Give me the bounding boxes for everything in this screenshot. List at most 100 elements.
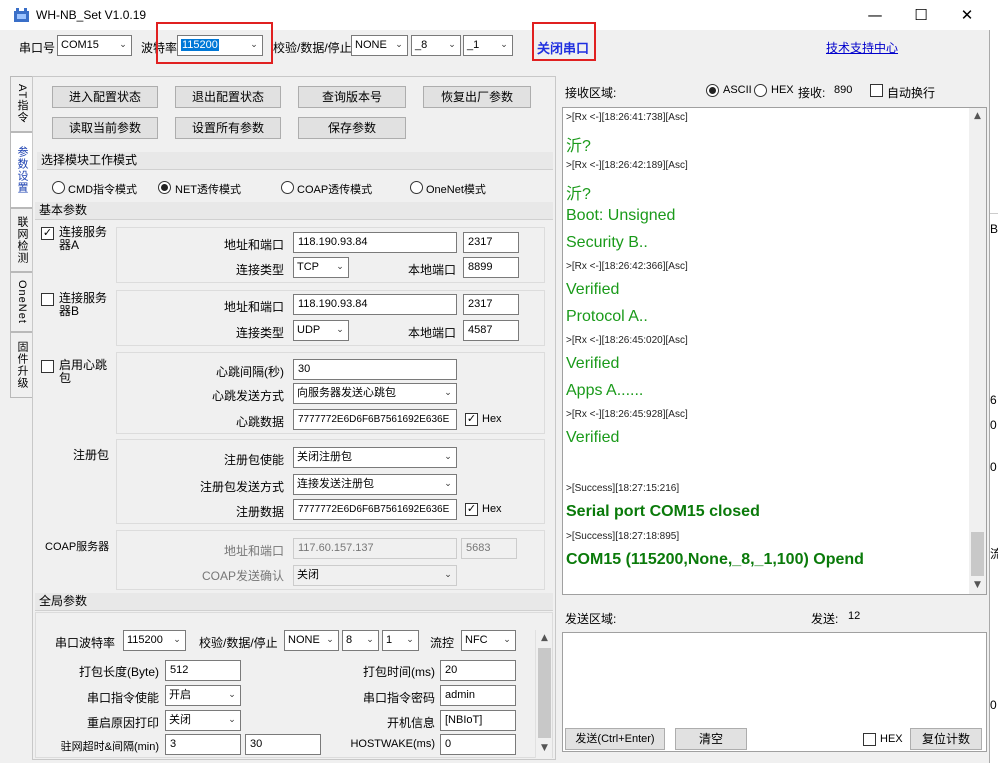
mode-radio-net[interactable] bbox=[158, 181, 171, 194]
cmd-enable-select[interactable]: 开启 ⌄ bbox=[165, 685, 241, 706]
clear-button[interactable]: 清空 bbox=[675, 728, 747, 750]
mode-radio-cmd[interactable] bbox=[52, 181, 65, 194]
set-all-params-button[interactable]: 设置所有参数 bbox=[175, 117, 281, 139]
query-version-button[interactable]: 查询版本号 bbox=[298, 86, 406, 108]
parity-select[interactable]: NONE ⌄ bbox=[351, 35, 408, 56]
server-b-type-select[interactable]: UDP ⌄ bbox=[293, 320, 349, 341]
server-a-checkbox[interactable]: ✓ bbox=[41, 227, 54, 240]
net-interval-input[interactable]: 30 bbox=[245, 734, 321, 755]
send-button[interactable]: 发送(Ctrl+Enter) bbox=[565, 728, 665, 750]
log-message: Verified bbox=[566, 355, 620, 372]
coap-port-input[interactable]: 5683 bbox=[461, 538, 517, 559]
mode-radio-coap[interactable] bbox=[281, 181, 294, 194]
global-baud-select[interactable]: 115200 ⌄ bbox=[123, 630, 186, 651]
global-scrollbar[interactable]: ▲ ▼ bbox=[535, 630, 552, 758]
net-timeout-input[interactable]: 3 bbox=[165, 734, 241, 755]
autowrap-checkbox[interactable] bbox=[870, 84, 883, 97]
heartbeat-mode-select[interactable]: 向服务器发送心跳包 ⌄ bbox=[293, 383, 457, 404]
scroll-thumb[interactable] bbox=[538, 648, 551, 738]
register-hex-checkbox[interactable]: ✓ bbox=[465, 503, 478, 516]
scroll-thumb[interactable] bbox=[971, 532, 984, 576]
factory-reset-button[interactable]: 恢复出厂参数 bbox=[423, 86, 531, 108]
boot-info-input[interactable]: [NBIoT] bbox=[440, 710, 516, 731]
pack-len-input[interactable]: 512 bbox=[165, 660, 241, 681]
server-a-port-input[interactable]: 2317 bbox=[463, 232, 519, 253]
log-meta: >[Rx <-][18:26:41:738][Asc] bbox=[566, 112, 688, 123]
register-data-input[interactable]: 7777772E6D6F6B7561692E636E bbox=[293, 499, 457, 520]
mode-label-onenet: OneNet模式 bbox=[426, 184, 486, 196]
heartbeat-data-input[interactable]: 7777772E6D6F6B7561692E636E bbox=[293, 409, 457, 430]
data-bits-select[interactable]: _8 ⌄ bbox=[411, 35, 461, 56]
maximize-button[interactable]: ☐ bbox=[898, 0, 944, 30]
receive-scrollbar[interactable]: ▲ ▼ bbox=[969, 108, 986, 594]
log-meta: >[Rx <-][18:26:45:020][Asc] bbox=[566, 335, 688, 346]
stop-bits-select[interactable]: _1 ⌄ bbox=[463, 35, 513, 56]
receive-hex-label: HEX bbox=[771, 84, 794, 96]
server-a-addr-input[interactable]: 118.190.93.84 bbox=[293, 232, 457, 253]
receive-count: 890 bbox=[834, 84, 853, 96]
scroll-up-icon[interactable]: ▲ bbox=[969, 108, 986, 125]
heartbeat-interval-input[interactable]: 30 bbox=[293, 359, 457, 380]
mode-section-header: 选择模块工作模式 bbox=[37, 152, 553, 170]
global-data-select[interactable]: 8 ⌄ bbox=[342, 630, 379, 651]
minimize-button[interactable]: — bbox=[852, 0, 898, 30]
close-window-button[interactable]: ✕ bbox=[944, 0, 990, 30]
tab-firmware-upgrade[interactable]: 固件升级 bbox=[10, 332, 32, 398]
send-hex-checkbox[interactable] bbox=[863, 733, 876, 746]
hostwake-input[interactable]: 0 bbox=[440, 734, 516, 755]
exit-config-button[interactable]: 退出配置状态 bbox=[175, 86, 281, 108]
annotation-highlight bbox=[532, 22, 596, 61]
save-params-button[interactable]: 保存参数 bbox=[298, 117, 406, 139]
global-parity-select[interactable]: NONE ⌄ bbox=[284, 630, 339, 651]
coap-confirm-select[interactable]: 关闭 ⌄ bbox=[293, 565, 457, 586]
receive-ascii-radio[interactable] bbox=[706, 84, 719, 97]
heartbeat-checkbox[interactable] bbox=[41, 360, 54, 373]
port-select[interactable]: COM15 ⌄ bbox=[57, 35, 132, 56]
scroll-down-icon[interactable]: ▼ bbox=[969, 577, 986, 594]
register-mode-select[interactable]: 连接发送注册包 ⌄ bbox=[293, 474, 457, 495]
heartbeat-hex-checkbox[interactable]: ✓ bbox=[465, 413, 478, 426]
receive-hex-radio[interactable] bbox=[754, 84, 767, 97]
restart-select[interactable]: 关闭 ⌄ bbox=[165, 710, 241, 731]
receive-log[interactable]: >[Rx <-][18:26:41:738][Asc] 沂? >[Rx <-][… bbox=[562, 107, 987, 595]
server-b-addr-label: 地址和端口 bbox=[223, 300, 284, 314]
chevron-down-icon: ⌄ bbox=[448, 40, 456, 50]
pack-time-input[interactable]: 20 bbox=[440, 660, 516, 681]
hostwake-label: HOSTWAKE(ms) bbox=[350, 738, 435, 750]
scroll-down-icon[interactable]: ▼ bbox=[536, 740, 553, 757]
tab-param-settings[interactable]: 参数设置 bbox=[10, 132, 32, 208]
tab-at-command[interactable]: AT指令 bbox=[10, 76, 32, 132]
stop-bits-value: _1 bbox=[467, 39, 480, 51]
server-a-type-select[interactable]: TCP ⌄ bbox=[293, 257, 349, 278]
background-fragment: 0 bbox=[990, 418, 997, 432]
data-bits-value: _8 bbox=[415, 39, 428, 51]
server-b-addr-input[interactable]: 118.190.93.84 bbox=[293, 294, 457, 315]
chevron-down-icon: ⌄ bbox=[326, 635, 334, 645]
coap-addr-input[interactable]: 117.60.157.137 bbox=[293, 538, 457, 559]
support-link[interactable]: 技术支持中心 bbox=[826, 39, 898, 56]
send-label: 发送区域: bbox=[565, 612, 617, 626]
read-params-button[interactable]: 读取当前参数 bbox=[52, 117, 158, 139]
cmd-enable-value: 开启 bbox=[169, 689, 191, 701]
scroll-up-icon[interactable]: ▲ bbox=[536, 630, 553, 647]
server-b-checkbox[interactable] bbox=[41, 293, 54, 306]
mode-radio-onenet[interactable] bbox=[410, 181, 423, 194]
tab-onenet[interactable]: OneNet bbox=[10, 272, 32, 332]
log-message: Verified bbox=[566, 281, 620, 298]
chevron-down-icon: ⌄ bbox=[444, 452, 452, 462]
reset-count-button[interactable]: 复位计数 bbox=[910, 728, 982, 750]
global-parity-label: 校验/数据/停止 bbox=[199, 636, 278, 650]
register-hex-label: Hex bbox=[482, 503, 502, 515]
server-b-local-input[interactable]: 4587 bbox=[463, 320, 519, 341]
autowrap-label: 自动换行 bbox=[887, 86, 936, 100]
tab-network-test[interactable]: 联网检测 bbox=[10, 208, 32, 272]
heartbeat-mode-value: 向服务器发送心跳包 bbox=[297, 387, 396, 399]
register-enable-select[interactable]: 关闭注册包 ⌄ bbox=[293, 447, 457, 468]
global-flow-select[interactable]: NFC ⌄ bbox=[461, 630, 516, 651]
enter-config-button[interactable]: 进入配置状态 bbox=[52, 86, 158, 108]
server-a-local-input[interactable]: 8899 bbox=[463, 257, 519, 278]
cmd-pwd-input[interactable]: admin bbox=[440, 685, 516, 706]
window-title: WH-NB_Set V1.0.19 bbox=[36, 8, 147, 22]
global-stop-select[interactable]: 1 ⌄ bbox=[382, 630, 419, 651]
server-b-port-input[interactable]: 2317 bbox=[463, 294, 519, 315]
